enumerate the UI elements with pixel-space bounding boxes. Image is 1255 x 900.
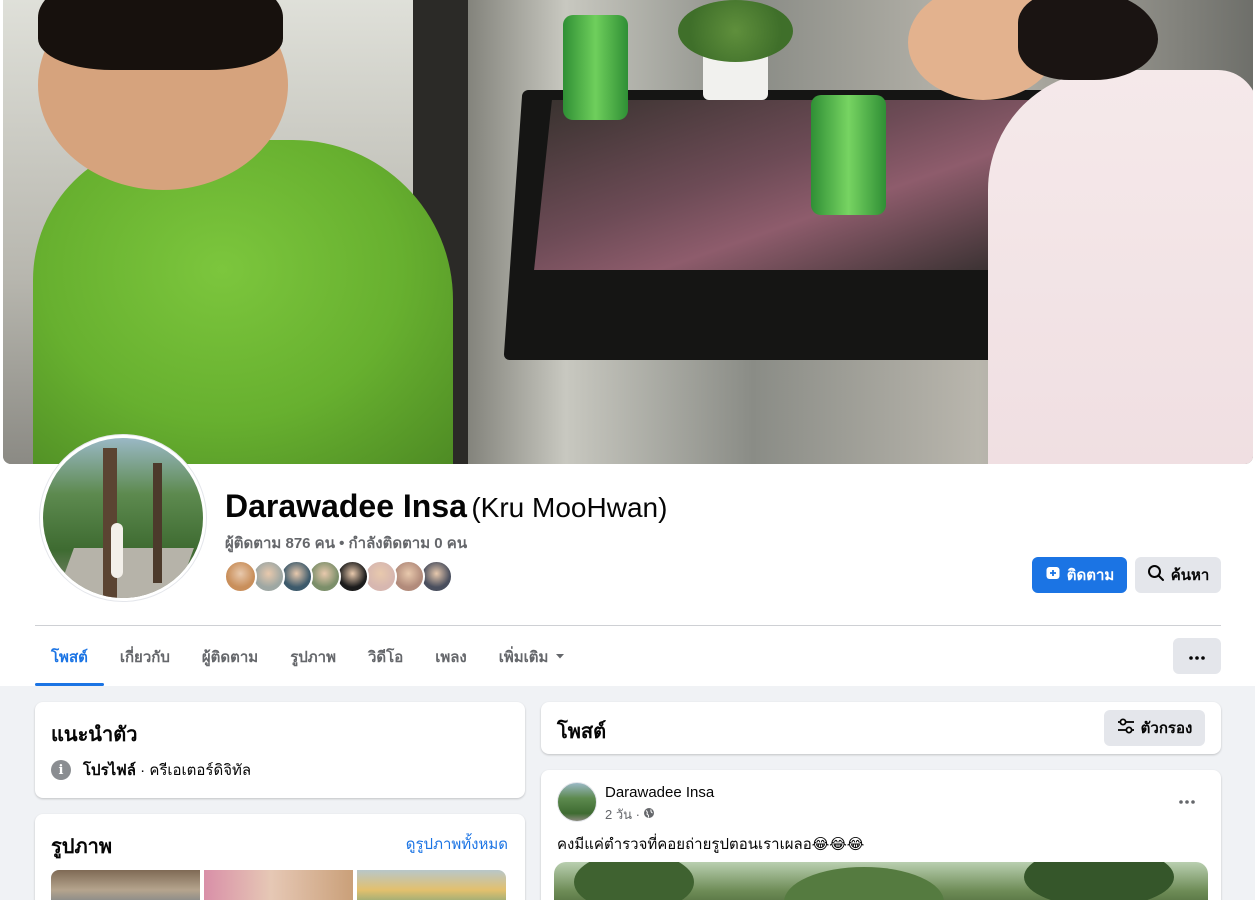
- photo-thumbnail[interactable]: [357, 870, 506, 900]
- tab-music[interactable]: เพลง: [419, 628, 483, 686]
- avatar-path-shape: [52, 548, 194, 598]
- post-meta: 2 วัน ·: [605, 804, 655, 825]
- profile-avatar[interactable]: [43, 438, 203, 598]
- post-card: Darawadee Insa 2 วัน · คงมีแค่ตำรวจที่คอ…: [541, 770, 1221, 900]
- cover-girl-shape: [988, 70, 1253, 464]
- post-image-foliage-shape: [1024, 862, 1174, 900]
- post-text: คงมีแค่ตำรวจที่คอยถ่ายรูปตอนเราเผลอ😂😂😂: [557, 836, 865, 853]
- header-divider: [35, 625, 1221, 626]
- tab-label: โพสต์: [51, 649, 88, 666]
- filter-button[interactable]: ตัวกรอง: [1104, 710, 1205, 746]
- profile-tabs: โพสต์ เกี่ยวกับ ผู้ติดตาม รูปภาพ วิดีโอ …: [35, 628, 582, 686]
- tab-label: เกี่ยวกับ: [119, 649, 170, 666]
- intro-category-text: โปรไฟล์ · ครีเอเตอร์ดิจิทัล: [83, 758, 251, 782]
- info-icon: i: [51, 760, 71, 780]
- post-image[interactable]: [554, 862, 1208, 900]
- follow-stats[interactable]: ผู้ติดตาม 876 คน • กำลังติดตาม 0 คน: [225, 531, 467, 555]
- post-image-foliage-shape: [574, 862, 694, 900]
- photo-thumbnail[interactable]: [51, 870, 200, 900]
- tab-label: ผู้ติดตาม: [201, 649, 259, 666]
- search-label: ค้นหา: [1170, 567, 1210, 584]
- tab-followers[interactable]: ผู้ติดตาม: [186, 628, 274, 686]
- filter-label: ตัวกรอง: [1140, 720, 1193, 737]
- follow-button[interactable]: ติดตาม: [1032, 557, 1127, 593]
- avatar-tree-shape: [153, 463, 162, 583]
- profile-name: Darawadee Insa: [225, 488, 467, 524]
- tab-label: เพิ่มเติม: [498, 649, 549, 666]
- profile-nickname: (Kru MooHwan): [471, 492, 668, 523]
- search-button[interactable]: ค้นหา: [1135, 557, 1221, 593]
- follower-avatars[interactable]: [224, 560, 464, 594]
- photos-card: รูปภาพ ดูรูปภาพทั้งหมด: [35, 814, 525, 900]
- cover-can-shape: [811, 95, 886, 215]
- more-options-button[interactable]: [1173, 638, 1221, 674]
- tab-label: เพลง: [435, 649, 467, 666]
- intro-category: · ครีเอเตอร์ดิจิทัล: [136, 762, 252, 779]
- post-author-avatar[interactable]: [557, 782, 597, 822]
- posts-header-card: โพสต์ ตัวกรอง: [541, 702, 1221, 754]
- tab-more[interactable]: เพิ่มเติม: [483, 628, 583, 686]
- photos-title: รูปภาพ: [51, 836, 113, 858]
- posts-title: โพสต์: [557, 721, 607, 743]
- intro-title: แนะนำตัว: [51, 724, 138, 746]
- filter-sliders-icon: [1117, 718, 1135, 738]
- intro-profile-label: โปรไฟล์: [83, 762, 136, 779]
- caret-down-icon: [554, 649, 566, 666]
- cover-plant-shape: [678, 0, 793, 62]
- tab-posts[interactable]: โพสต์: [35, 628, 104, 686]
- follow-plus-icon: [1045, 565, 1061, 585]
- cover-photo[interactable]: [3, 0, 1253, 464]
- photo-thumbnail[interactable]: [204, 870, 353, 900]
- tab-label: วิดีโอ: [367, 649, 404, 666]
- intro-card: แนะนำตัว i โปรไฟล์ · ครีเอเตอร์ดิจิทัล: [35, 702, 525, 798]
- tab-videos[interactable]: วิดีโอ: [352, 628, 419, 686]
- post-time[interactable]: 2 วัน ·: [605, 804, 640, 825]
- post-author-name[interactable]: Darawadee Insa: [605, 784, 714, 801]
- globe-icon: [643, 807, 655, 822]
- cover-boy-hair-shape: [38, 0, 283, 70]
- more-dots-icon: [1189, 647, 1205, 665]
- post-image-foliage-shape: [784, 867, 944, 900]
- follow-label: ติดตาม: [1066, 567, 1115, 584]
- follower-avatar[interactable]: [224, 560, 257, 593]
- tab-label: รูปภาพ: [290, 649, 336, 666]
- cover-boy-shape: [33, 140, 453, 464]
- cover-can-shape: [563, 15, 628, 120]
- tab-about[interactable]: เกี่ยวกับ: [104, 628, 186, 686]
- post-options-button[interactable]: [1169, 786, 1205, 814]
- intro-category-row: i โปรไฟล์ · ครีเอเตอร์ดิจิทัล: [51, 758, 251, 782]
- cover-girl-hair-shape: [1018, 0, 1158, 80]
- more-dots-icon: [1179, 791, 1195, 809]
- avatar-person-shape: [111, 523, 123, 578]
- profile-name-line: Darawadee Insa (Kru MooHwan): [225, 488, 667, 525]
- tab-photos[interactable]: รูปภาพ: [274, 628, 352, 686]
- see-all-photos-link[interactable]: ดูรูปภาพทั้งหมด: [406, 832, 508, 856]
- search-icon: [1147, 564, 1165, 586]
